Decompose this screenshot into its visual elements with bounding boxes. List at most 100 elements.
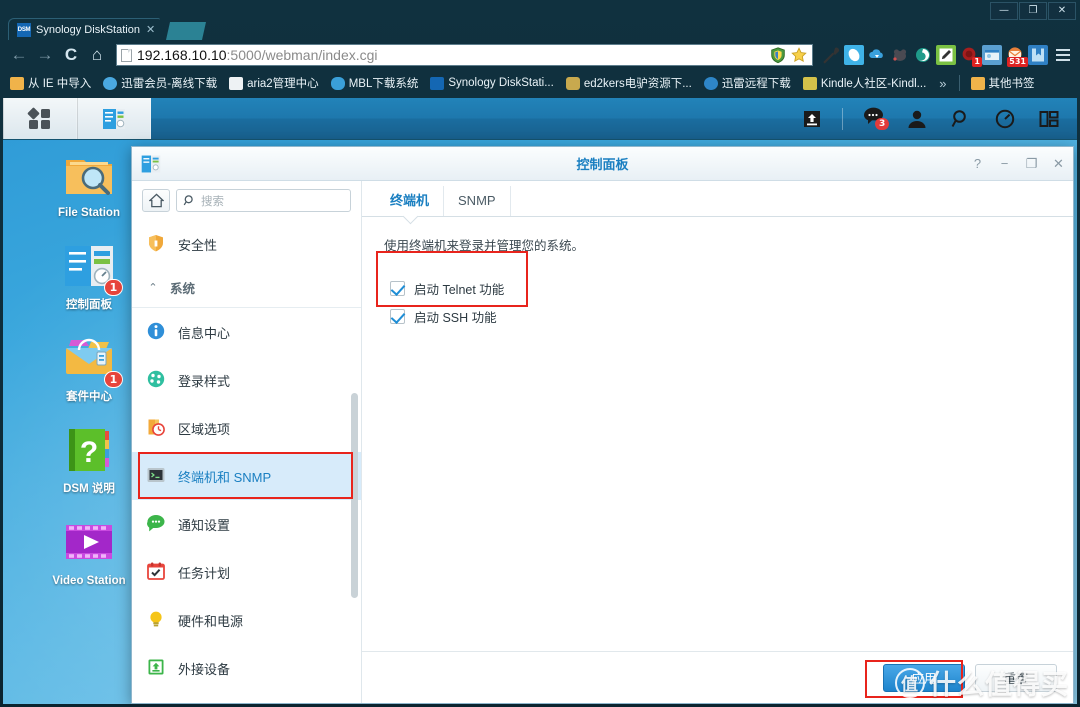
bookmarks-separator <box>958 75 960 91</box>
svg-text:?: ? <box>80 436 98 469</box>
desktop-icon-video-station[interactable]: Video Station <box>43 514 135 588</box>
sidebar-item-task-scheduler[interactable]: 任务计划 <box>132 548 361 596</box>
control-panel-window: 控制面板 ? − ❐ ✕ 搜索 安全性 ⌃ 系统 信息中心 登录样式 区域选项 … <box>131 146 1074 704</box>
usb-device-icon <box>146 657 168 679</box>
extension-toolbar: 1 531 <box>817 45 1048 67</box>
sidebar-scrollbar[interactable] <box>351 393 358 598</box>
dark-reader-extension-icon[interactable] <box>890 45 910 65</box>
reload-icon[interactable]: C <box>58 42 84 68</box>
content-footer: 应用 重置 <box>362 651 1073 703</box>
clock-icon <box>146 417 168 439</box>
search-input[interactable]: 搜索 <box>176 189 351 212</box>
window-close-button[interactable]: ✕ <box>1048 2 1076 20</box>
other-bookmarks-button[interactable]: 其他书签 <box>966 73 1040 93</box>
file-station-icon <box>61 146 117 202</box>
checkbox-row-ssh[interactable]: 启动 SSH 功能 <box>390 302 504 330</box>
notifications-badge: 3 <box>875 117 890 130</box>
pilot-view-icon[interactable] <box>1027 98 1071 140</box>
star-icon[interactable] <box>790 46 808 64</box>
sidebar-item-login-style[interactable]: 登录样式 <box>132 356 361 404</box>
taskbar-divider <box>842 107 843 130</box>
package-center-icon: 1 <box>61 330 123 388</box>
bookmark-extension-icon[interactable] <box>1028 45 1048 65</box>
dsm-icon <box>430 76 445 90</box>
sidebar-item-notification[interactable]: 通知设置 <box>132 500 361 548</box>
notifications-icon[interactable]: 3 <box>851 98 895 140</box>
rss-extension-icon[interactable]: 1 <box>959 45 982 67</box>
desktop-icon-control-panel[interactable]: 1 控制面板 <box>43 238 135 312</box>
sidebar-item-update-restore[interactable]: 更新和还原 <box>132 692 361 703</box>
bookmark-item[interactable]: ed2kers电驴资源下... <box>561 73 697 93</box>
browser-tab[interactable]: DSM Synology DiskStation - ✕ <box>8 18 160 40</box>
window-maximize-button[interactable]: ❐ <box>1019 2 1047 20</box>
sidebar-item-regional-options[interactable]: 区域选项 <box>132 404 361 452</box>
bookmark-item[interactable]: Kindle人社区-Kindl... <box>798 73 931 93</box>
hamburger-menu-icon[interactable] <box>1052 44 1074 66</box>
control-panel-body: 搜索 安全性 ⌃ 系统 信息中心 登录样式 区域选项 终端机和 SNMP 通知设… <box>132 181 1073 703</box>
desktop-icon-package-center[interactable]: 1 套件中心 <box>43 330 135 404</box>
tab-terminal[interactable]: 终端机 <box>376 186 445 216</box>
sidebar-item-terminal-snmp[interactable]: 终端机和 SNMP <box>132 452 361 500</box>
telnet-checkbox[interactable] <box>390 280 405 296</box>
taskbar-app-control-panel[interactable] <box>77 98 151 139</box>
desktop-icon-dsm-help[interactable]: ? DSM 说明 <box>43 422 135 496</box>
eyedropper-extension-icon[interactable] <box>821 45 841 65</box>
help-button[interactable]: ? <box>971 156 984 171</box>
bookmark-item[interactable]: aria2管理中心 <box>224 73 324 93</box>
close-button[interactable]: ✕ <box>1052 156 1065 172</box>
address-bar[interactable]: 192.168.10.10:5000/webman/index.cgi <box>116 44 813 66</box>
content-description: 使用终端机来登录并管理您的系统。 <box>384 239 585 253</box>
extension-badge: 531 <box>1007 57 1028 67</box>
sidebar-home-button[interactable] <box>142 189 170 212</box>
search-icon[interactable] <box>939 98 983 140</box>
forward-icon[interactable]: → <box>32 42 58 68</box>
url-path: :5000/webman/index.cgi <box>226 47 378 63</box>
sidebar-item-label: 安全性 <box>178 237 218 253</box>
sidebar-item-label: 信息中心 <box>178 325 231 341</box>
folder-icon <box>970 76 985 90</box>
spiral-extension-icon[interactable] <box>913 45 933 65</box>
bookmark-item[interactable]: 迅雷远程下载 <box>699 73 796 93</box>
telnet-checkbox-label: 启动 Telnet 功能 <box>414 282 505 297</box>
sidebar-item-external-devices[interactable]: 外接设备 <box>132 644 361 692</box>
maximize-button[interactable]: ❐ <box>1025 156 1038 172</box>
bookmark-item[interactable]: Synology DiskStati... <box>425 75 558 92</box>
evernote-extension-icon[interactable] <box>844 45 864 65</box>
checkbox-row-telnet[interactable]: 启动 Telnet 功能 <box>390 274 504 302</box>
new-tab-button[interactable] <box>166 22 206 40</box>
window-manager-extension-icon[interactable] <box>982 45 1002 65</box>
sidebar-item-security[interactable]: 安全性 <box>132 220 361 268</box>
bookmark-item[interactable]: 从 IE 中导入 <box>5 73 96 93</box>
sidebar-item-info-center[interactable]: 信息中心 <box>132 308 361 356</box>
reset-button[interactable]: 重置 <box>975 663 1057 692</box>
shield-icon[interactable] <box>769 46 787 64</box>
bookmark-item[interactable]: MBL下载系统 <box>326 73 424 93</box>
apply-button[interactable]: 应用 <box>883 663 965 692</box>
bookmark-item[interactable]: 迅雷会员-离线下载 <box>98 73 222 93</box>
resource-monitor-icon[interactable] <box>983 98 1027 140</box>
bookmarks-overflow-button[interactable]: » <box>933 76 952 91</box>
notes-extension-icon[interactable] <box>936 45 956 65</box>
tab-snmp[interactable]: SNMP <box>444 186 511 216</box>
cloud-download-extension-icon[interactable] <box>867 45 887 65</box>
sidebar-item-label: 终端机和 SNMP <box>178 469 272 485</box>
control-panel-icon: 1 <box>61 238 123 296</box>
home-icon[interactable]: ⌂ <box>84 42 110 68</box>
desktop-icon-label: File Station <box>58 207 120 219</box>
user-options-icon[interactable] <box>895 98 939 140</box>
desktop-icon-badge: 1 <box>104 371 123 388</box>
upload-queue-icon[interactable] <box>790 98 834 140</box>
address-bar-actions <box>769 46 808 64</box>
minimize-button[interactable]: − <box>998 156 1011 171</box>
dsm-main-menu-button[interactable] <box>3 98 77 139</box>
thunder-icon <box>103 76 118 90</box>
sidebar-item-hardware-power[interactable]: 硬件和电源 <box>132 596 361 644</box>
dsm-taskbar: 3 <box>3 98 1077 140</box>
back-icon[interactable]: ← <box>6 42 32 68</box>
window-minimize-button[interactable]: — <box>990 2 1018 20</box>
desktop-icon-file-station[interactable]: File Station <box>43 146 135 220</box>
sidebar-group-system[interactable]: ⌃ 系统 <box>132 268 361 308</box>
tab-close-icon[interactable]: ✕ <box>146 23 156 36</box>
ssh-checkbox[interactable] <box>390 308 405 324</box>
mail-extension-icon[interactable]: 531 <box>1005 45 1028 67</box>
